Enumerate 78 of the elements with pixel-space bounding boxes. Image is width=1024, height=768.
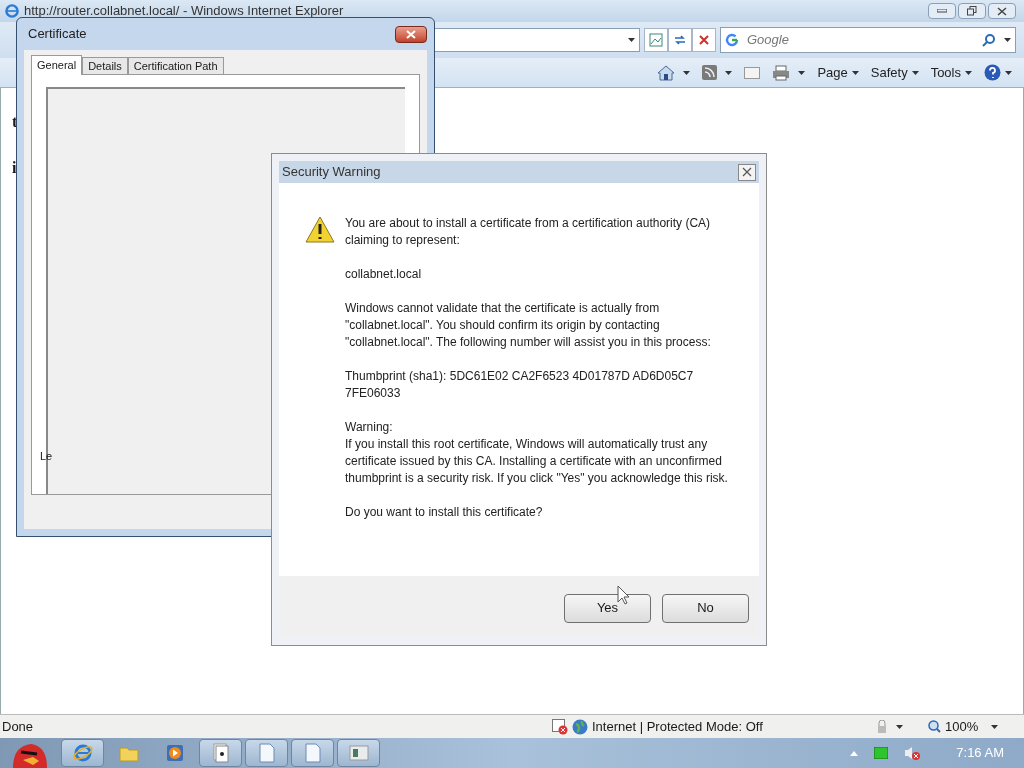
- warning-paragraph: Windows cannot validate that the certificate is actually from "collabnet.local". You should confirm its origin by contacting "collabnet.local". The following number will assist you in this process:: [345, 300, 712, 351]
- tab[interactable]: Details: [82, 57, 128, 74]
- refresh-button[interactable]: [668, 28, 692, 52]
- taskbar-button[interactable]: [291, 739, 334, 767]
- taskbar-button[interactable]: [337, 739, 380, 767]
- status-text: Done: [1, 717, 35, 736]
- close-icon: [742, 167, 752, 177]
- search-field[interactable]: Google: [720, 27, 1016, 53]
- caret-icon: [798, 70, 806, 75]
- close-icon: [406, 29, 416, 39]
- warning-paragraph: You are about to install a certificate from a certification authority (CA) claiming to represent:: [345, 215, 712, 249]
- warning-paragraph: collabnet.local: [345, 266, 423, 283]
- cards-icon: [212, 743, 229, 763]
- warning-paragraph: Do you want to install this certificate?: [345, 504, 544, 521]
- page-heading: i: [12, 158, 17, 178]
- window-title: http://router.collabnet.local/ - Windows Internet Explorer: [24, 2, 344, 21]
- stop-button[interactable]: [692, 28, 716, 52]
- taskbar-button[interactable]: [199, 739, 242, 767]
- folder-icon: [118, 744, 139, 762]
- certificate-text: Le: [40, 448, 53, 464]
- close-icon: [698, 34, 710, 46]
- magnifier-icon: [928, 720, 941, 733]
- search-icon: [982, 33, 996, 47]
- search-input[interactable]: Google: [747, 30, 974, 50]
- caret-icon: [1004, 38, 1011, 42]
- show-hidden-icon[interactable]: [850, 750, 859, 756]
- zoom-button[interactable]: 100%: [910, 716, 1010, 737]
- warning-icon: [305, 216, 335, 243]
- warning-paragraph: Thumbprint (sha1): 5DC61E02 CA2F6523 4D01787D AD6D05C7 7FE06033: [345, 368, 695, 402]
- caret-icon: [725, 70, 733, 75]
- dialog-title: Certificate: [28, 25, 87, 44]
- browser-icon: [72, 743, 93, 763]
- command-menu[interactable]: Safety: [870, 62, 919, 83]
- muted-speaker-icon[interactable]: [904, 746, 921, 760]
- help-icon[interactable]: [984, 64, 1001, 81]
- security-zone: Internet | Protected Mode: Off: [592, 717, 763, 736]
- close-button[interactable]: [988, 3, 1016, 19]
- page-icon: [649, 33, 663, 47]
- compatibility-button[interactable]: [644, 28, 668, 52]
- dialog-title: Security Warning: [282, 163, 381, 182]
- restore-icon: [967, 6, 977, 16]
- refresh-icon: [673, 33, 687, 47]
- document-icon: [258, 743, 275, 763]
- warning-paragraph: If you install this root certificate, Windows will automatically trust any certificate issued by this CA. Installing a certificate with an unconfirmed thumbprint is a security risk. If you click "Yes" you acknowledge this risk.: [345, 436, 729, 487]
- play-icon: [165, 744, 184, 762]
- caret-icon: [965, 70, 972, 75]
- command-menu[interactable]: Tools: [930, 62, 972, 83]
- command-menu[interactable]: Page: [817, 62, 859, 83]
- clock: 7:16 AM: [955, 744, 1004, 763]
- cursor-icon: [617, 585, 631, 605]
- minimize-icon: [937, 9, 947, 13]
- home-icon[interactable]: [657, 64, 676, 81]
- printer-icon[interactable]: [772, 64, 791, 81]
- caret-icon: [683, 70, 691, 75]
- blocked-icon: [552, 718, 568, 735]
- browser-icon: [4, 3, 20, 19]
- document-icon: [304, 743, 321, 763]
- close-button[interactable]: [395, 25, 427, 43]
- feed-icon[interactable]: [702, 65, 718, 80]
- taskbar-button[interactable]: [245, 739, 288, 767]
- caret-icon: [1005, 70, 1012, 75]
- caret-icon: [991, 724, 998, 729]
- tab[interactable]: General: [31, 55, 83, 75]
- caret-icon: [628, 38, 635, 42]
- window-icon: [348, 745, 369, 761]
- caret-icon: [911, 70, 919, 75]
- warning-label: Warning:: [345, 419, 394, 436]
- tab[interactable]: Certification Path: [127, 57, 224, 74]
- restore-button[interactable]: [958, 3, 986, 19]
- caret-icon: [896, 724, 903, 729]
- search-engine-icon: [725, 33, 739, 47]
- taskbar-button[interactable]: [61, 739, 104, 767]
- globe-icon: [572, 718, 588, 735]
- caret-icon: [851, 70, 859, 75]
- dialog-button[interactable]: Yes: [564, 593, 651, 623]
- close-icon: [997, 6, 1007, 16]
- dialog-button[interactable]: No: [662, 593, 749, 623]
- close-button[interactable]: [738, 163, 756, 181]
